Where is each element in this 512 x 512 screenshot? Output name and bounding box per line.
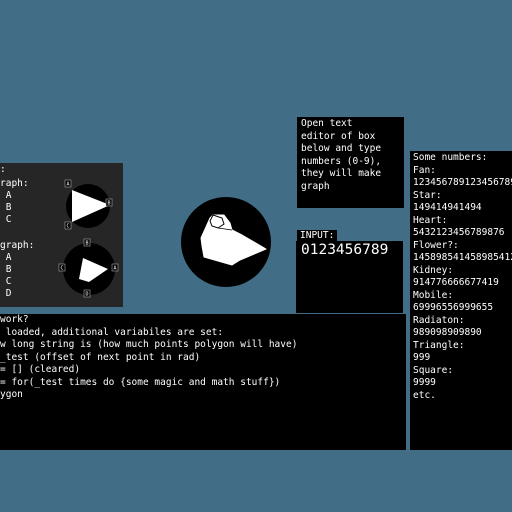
legend-line: B (0, 202, 12, 213)
instruction-line: graph (301, 180, 330, 192)
legend-line: C (0, 276, 12, 287)
numbers-item: Mobile: (413, 289, 454, 301)
input-polygon-graph (181, 197, 271, 287)
legend-line: A (0, 190, 12, 201)
numbers-item: Star: (413, 189, 442, 201)
explanation-line: = [] (cleared) (0, 364, 81, 375)
legend-line: D (0, 288, 12, 299)
numbers-item: 9999 (413, 377, 436, 388)
numbers-item: 989098909890 (413, 327, 482, 338)
triangle-graph: A B C (64, 179, 113, 230)
instruction-line: numbers (0-9), (301, 155, 382, 167)
numbers-item: Some numbers: (413, 152, 488, 163)
legend-line: B (0, 264, 12, 275)
numbers-item: Triangle: (413, 339, 465, 351)
vertex-label: A (114, 266, 117, 272)
vertex-label: C (61, 266, 64, 272)
explanation-line: = for(_test times do {some magic and mat… (0, 376, 281, 388)
instruction-line: editor of box (301, 130, 376, 142)
instruction-text: Open text editor of box below and type n… (301, 118, 381, 193)
explanation-line: _test (offset of next point in rad) (0, 351, 201, 363)
input-text-box[interactable]: 0123456789 (296, 241, 403, 313)
numbers-item: 69996556999655 (413, 302, 494, 313)
legend-line: : (0, 164, 6, 175)
vertex-label: B (108, 201, 111, 207)
input-label: INPUT: (297, 230, 338, 242)
numbers-item: 999 (413, 352, 431, 363)
numbers-item: Radiaton: (413, 314, 465, 326)
numbers-item: 914776666677419 (413, 277, 499, 288)
numbers-item: 149414941494 (413, 202, 482, 213)
explanation-line: ygon (0, 389, 23, 400)
instruction-line: they will make (301, 168, 382, 179)
numbers-item: etc. (413, 389, 436, 401)
numbers-item: Square: (413, 364, 454, 376)
instruction-line: Open text (301, 118, 353, 129)
vertex-label: C (67, 224, 70, 230)
vertex-label: B (86, 241, 89, 247)
explanation-text: work? loaded, additional variabiles are … (0, 314, 297, 402)
numbers-item: 5432123456789876 (413, 227, 505, 238)
legend-line: raph: (0, 178, 29, 189)
explanation-line: loaded, additional variabiles are set: (0, 326, 224, 338)
instruction-line: below and type (301, 143, 382, 154)
example-numbers-list: Some numbers: Fan: 123456789123456789 Star:… (413, 152, 512, 402)
explanation-panel: work? loaded, additional variabiles are … (0, 314, 406, 450)
numbers-item: Kidney: (413, 264, 454, 276)
instruction-box: Open text editor of box below and type n… (297, 117, 404, 208)
graph-legend-panel: : raph: A B C graph: A B C D A B C B A D (0, 163, 123, 307)
numbers-item: Heart: (413, 214, 448, 226)
legend-line: graph: (0, 240, 35, 251)
quadrilateral-graph: B A D C (58, 238, 119, 298)
numbers-item: Flower?: (413, 239, 459, 251)
explanation-line: w long string is (how much points polygo… (0, 339, 298, 350)
legend-line: C (0, 214, 12, 225)
example-numbers-panel: Some numbers: Fan: 123456789123456789 Star:… (410, 151, 512, 450)
numbers-item: 145898541458985412 (413, 252, 512, 263)
input-value[interactable]: 0123456789 (301, 241, 388, 259)
legend-line: A (0, 252, 12, 263)
explanation-line: work? (0, 314, 29, 325)
vertex-label: D (86, 292, 89, 298)
vertex-label: A (67, 182, 70, 188)
numbers-item: 123456789123456789 (413, 177, 512, 188)
numbers-item: Fan: (413, 164, 436, 176)
